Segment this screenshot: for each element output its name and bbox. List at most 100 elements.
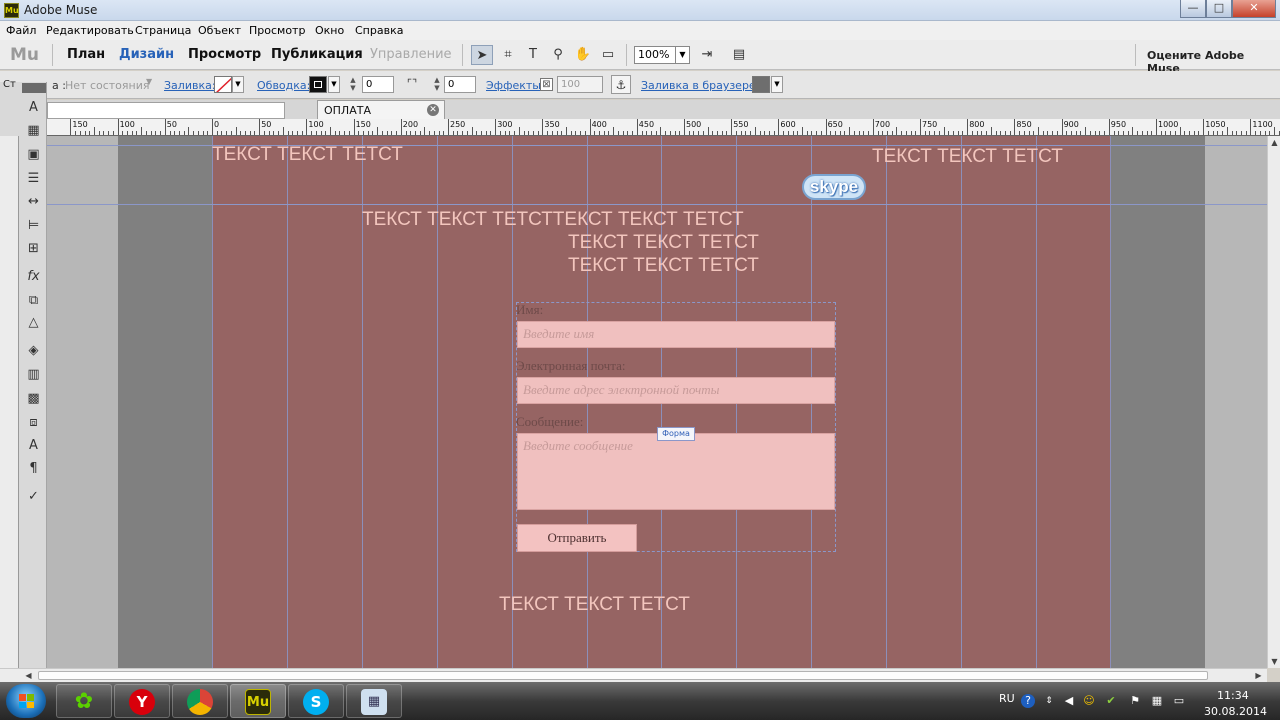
header-text-center-2[interactable]: ТЕКСТ ТЕКСТ ТЕТСТ <box>568 255 759 277</box>
skype-logo[interactable]: skype <box>802 174 866 200</box>
close-button[interactable]: ✕ <box>1232 0 1276 18</box>
effects-toggle-icon[interactable]: ⊠ <box>540 78 553 91</box>
text-tool-icon[interactable]: T <box>522 45 544 65</box>
browser-fill-swatch[interactable] <box>752 76 770 93</box>
taskbar-yandex[interactable]: Y <box>114 684 170 718</box>
paragraph-styles-icon[interactable]: ¶ <box>25 460 42 477</box>
minimize-button[interactable]: — <box>1180 0 1206 18</box>
footer-text[interactable]: ТЕКСТ ТЕКСТ ТЕТСТ <box>499 594 690 616</box>
action-center-flag-icon[interactable]: ⚑ <box>1128 694 1142 708</box>
hand-tool-icon[interactable]: ✋ <box>572 45 594 65</box>
view-options-icon[interactable]: ▤ <box>728 45 750 65</box>
preview-page-icon[interactable]: ⇥ <box>696 45 718 65</box>
scroll-right-icon[interactable]: ▶ <box>1252 669 1265 682</box>
stroke-swatch[interactable] <box>309 76 327 93</box>
browser-fill-label[interactable]: Заливка в браузере: <box>641 79 759 92</box>
corner-radius-input[interactable]: 0 <box>444 76 476 93</box>
taskbar-chrome[interactable] <box>172 684 228 718</box>
text-panel-icon[interactable]: A <box>25 99 42 116</box>
chevron-down-icon[interactable]: ▼ <box>232 76 244 93</box>
menu-help[interactable]: Справка <box>355 24 403 37</box>
mode-plan[interactable]: План <box>67 47 105 62</box>
chevron-down-icon[interactable]: ▼ <box>771 76 783 93</box>
scroll-up-icon[interactable]: ▲ <box>1268 136 1280 149</box>
zoom-tool-icon[interactable]: ⚲ <box>547 45 569 65</box>
selection-tool-icon[interactable]: ➤ <box>471 45 493 65</box>
submit-button[interactable]: Отправить <box>517 524 637 552</box>
help-icon[interactable]: ? <box>1021 694 1035 708</box>
menu-file[interactable]: Файл <box>6 24 36 37</box>
menu-view[interactable]: Просмотр <box>249 24 305 37</box>
state-select[interactable]: Нет состояния <box>65 79 149 92</box>
tray-app-icon[interactable]: ☺ <box>1082 694 1096 708</box>
states-icon[interactable]: ⧈ <box>25 414 42 431</box>
effects-label[interactable]: Эффекты: <box>486 79 545 92</box>
fill-label[interactable]: Заливка: <box>164 79 216 92</box>
horizontal-scrollbar[interactable]: ◀ ▶ <box>0 668 1267 682</box>
distribute-icon[interactable]: ⊞ <box>25 240 42 257</box>
menu-object[interactable]: Объект <box>198 24 241 37</box>
stroke-width-input[interactable]: 0 <box>362 76 394 93</box>
corner-stepper[interactable]: ▲ ▼ <box>432 76 442 93</box>
language-indicator[interactable]: RU <box>999 692 1015 705</box>
scroll-left-icon[interactable]: ◀ <box>22 669 35 682</box>
menu-window[interactable]: Окно <box>315 24 344 37</box>
assets-icon[interactable]: ▦ <box>25 122 42 139</box>
design-canvas[interactable]: ТЕКСТ ТЕКСТ ТЕТСТ ТЕКСТ ТЕКСТ ТЕТСТ skyp… <box>47 136 1267 668</box>
taskbar-icq[interactable]: ✿ <box>56 684 112 718</box>
header-text-left[interactable]: ТЕКСТ ТЕКСТ ТЕТСТ <box>212 144 403 166</box>
scroll-thumb[interactable] <box>38 671 1208 680</box>
tray-arrows-icon[interactable]: ⇕ <box>1042 694 1056 708</box>
paragraph-icon[interactable]: ☰ <box>25 170 42 187</box>
tab-placeholder[interactable] <box>47 102 285 119</box>
power-icon[interactable]: ▭ <box>1172 694 1186 708</box>
wrap-icon[interactable]: ▣ <box>25 146 42 163</box>
taskbar-calculator[interactable]: ▦ <box>346 684 402 718</box>
email-field[interactable]: Введите адрес электронной почты <box>517 377 835 404</box>
gradient-icon[interactable]: △ <box>25 314 42 331</box>
header-text-right[interactable]: ТЕКСТ ТЕКСТ ТЕТСТ <box>872 146 1063 168</box>
spelling-icon[interactable]: ✓ <box>25 488 42 505</box>
rectangle-tool-icon[interactable]: ▭ <box>597 45 619 65</box>
menu-edit[interactable]: Редактировать <box>46 24 134 37</box>
panel-grip[interactable] <box>22 83 46 93</box>
tray-status-icon[interactable]: ✔ <box>1104 694 1118 708</box>
fill-swatch[interactable] <box>214 76 232 93</box>
align-icon[interactable]: ⊨ <box>25 217 42 234</box>
transform-icon[interactable]: ⧉ <box>25 292 42 309</box>
start-button[interactable] <box>6 684 46 718</box>
volume-icon[interactable]: ◀ <box>1062 694 1076 708</box>
clock-time[interactable]: 11:34 <box>1217 689 1249 702</box>
name-field[interactable]: Введите имя <box>517 321 835 348</box>
chevron-down-icon[interactable]: ▼ <box>146 77 152 86</box>
message-field[interactable]: Введите сообщение <box>517 433 835 510</box>
anchor-icon[interactable]: ⚓ <box>611 75 631 94</box>
network-icon[interactable]: ▦ <box>1150 694 1164 708</box>
mode-design[interactable]: Дизайн <box>119 47 174 62</box>
widgets-icon[interactable]: ▩ <box>25 390 42 407</box>
header-text-center-1[interactable]: ТЕКСТ ТЕКСТ ТЕТСТ <box>568 232 759 254</box>
mode-publish[interactable]: Публикация <box>271 47 363 62</box>
zoom-select[interactable]: 100% ▼ <box>634 46 690 64</box>
stroke-width-stepper[interactable]: ▲ ▼ <box>348 76 358 93</box>
library-icon[interactable]: ▥ <box>25 366 42 383</box>
effects-icon[interactable]: fx <box>25 268 42 285</box>
chevron-down-icon[interactable]: ▼ <box>675 47 689 63</box>
menu-page[interactable]: Страница <box>135 24 191 37</box>
chevron-down-icon[interactable]: ▼ <box>328 76 340 93</box>
taskbar-muse[interactable]: Mu <box>230 684 286 718</box>
clock-date[interactable]: 30.08.2014 <box>1204 705 1267 718</box>
layers-icon[interactable]: ◈ <box>25 342 42 359</box>
header-text-double[interactable]: ТЕКСТ ТЕКСТ ТЕТСТТЕКСТ ТЕКСТ ТЕТСТ <box>362 209 744 231</box>
vertical-scrollbar[interactable]: ▲ ▼ <box>1267 136 1280 668</box>
character-styles-icon[interactable]: A <box>25 437 42 454</box>
tab-oplata[interactable]: ОПЛАТА ✕ <box>317 100 445 119</box>
close-icon[interactable]: ✕ <box>427 104 439 116</box>
taskbar-skype[interactable]: S <box>288 684 344 718</box>
crop-tool-icon[interactable]: ⌗ <box>497 45 519 65</box>
stroke-label[interactable]: Обводка: <box>257 79 310 92</box>
mode-preview[interactable]: Просмотр <box>188 47 261 62</box>
maximize-button[interactable]: □ <box>1206 0 1232 18</box>
scroll-down-icon[interactable]: ▼ <box>1268 655 1280 668</box>
form-tag[interactable]: Форма <box>657 427 695 441</box>
